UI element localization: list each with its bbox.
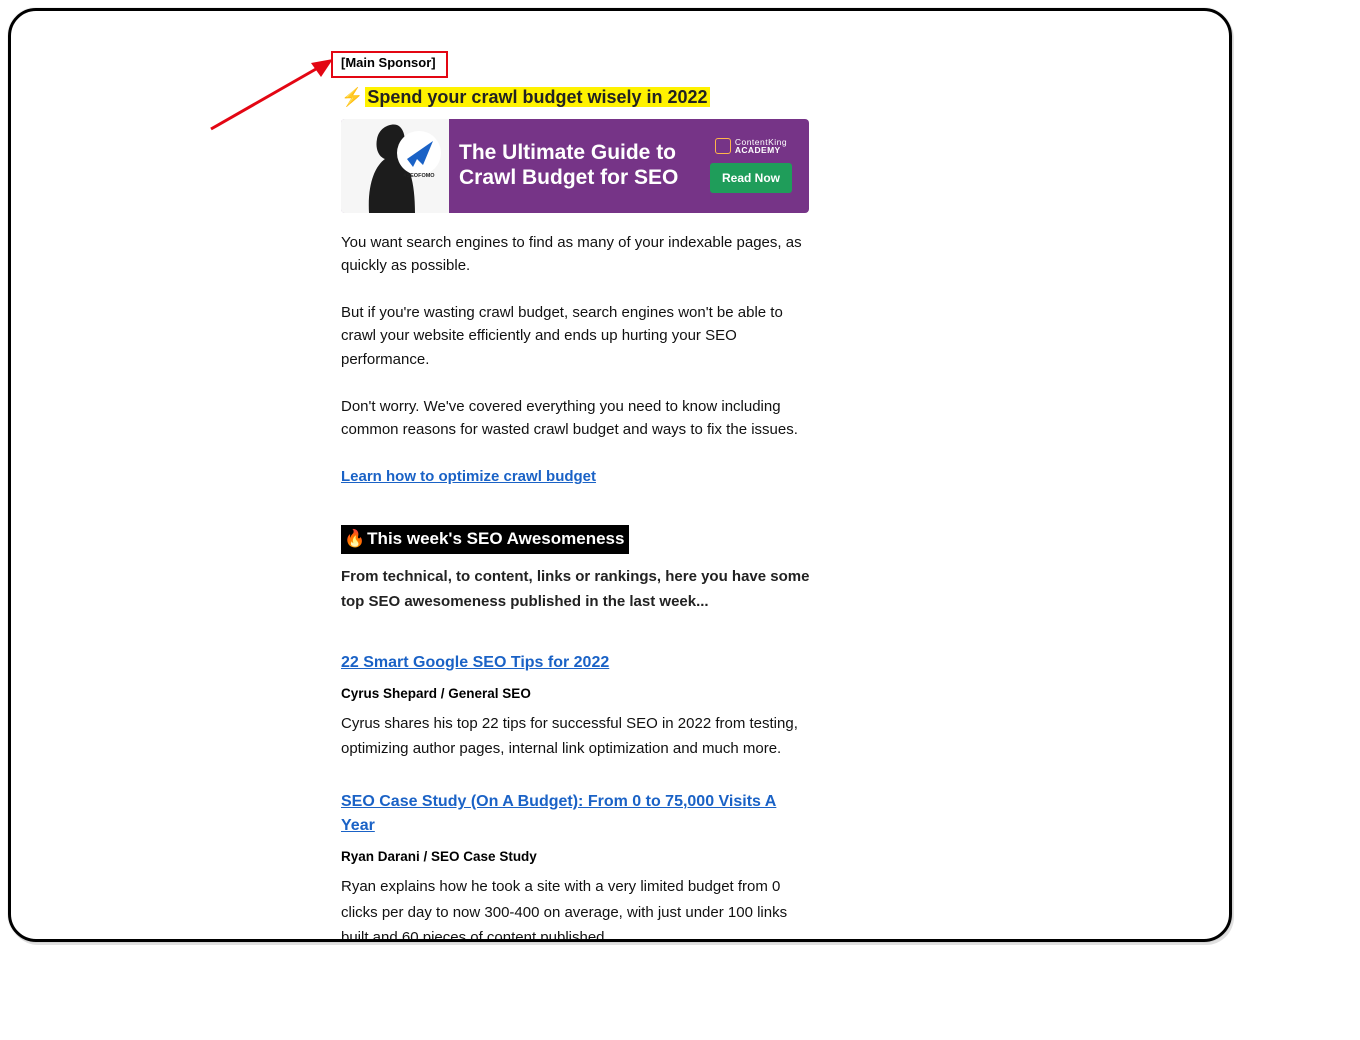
bolt-icon: ⚡ — [341, 87, 363, 109]
sponsor-headline-text: Spend your crawl budget wisely in 2022 — [365, 87, 709, 107]
article-meta: Cyrus Shepard / General SEO — [341, 684, 811, 705]
banner-title: The Ultimate Guide to Crawl Budget for S… — [449, 141, 701, 191]
annotation-arrow-icon — [201, 51, 351, 141]
banner-avatar: #SEOFOMO — [341, 119, 449, 213]
fire-icon: 🔥 — [344, 529, 365, 548]
newsletter-column: ⚡Spend your crawl budget wisely in 2022 … — [341, 87, 811, 942]
article-item: SEO Case Study (On A Budget): From 0 to … — [341, 790, 811, 942]
sponsor-banner[interactable]: #SEOFOMO The Ultimate Guide to Crawl Bud… — [341, 119, 809, 213]
shield-icon — [715, 138, 731, 154]
article-description: Cyrus shares his top 22 tips for success… — [341, 711, 811, 762]
banner-cta-button[interactable]: Read Now — [710, 163, 792, 194]
sponsor-cta-link[interactable]: Learn how to optimize crawl budget — [341, 468, 596, 485]
sponsor-paragraph-1: You want search engines to find as many … — [341, 231, 811, 278]
page-canvas: [Main Sponsor] ⚡Spend your crawl budget … — [0, 0, 1240, 950]
article-description: Ryan explains how he took a site with a … — [341, 874, 811, 942]
section-heading-text: This week's SEO Awesomeness — [367, 529, 624, 548]
sponsor-label-callout: [Main Sponsor] — [331, 51, 448, 78]
article-title-link[interactable]: 22 Smart Google SEO Tips for 2022 — [341, 654, 609, 671]
banner-brand: ContentKing ACADEMY — [701, 138, 801, 155]
section-lede: From technical, to content, links or ran… — [341, 564, 811, 615]
article-title-link[interactable]: SEO Case Study (On A Budget): From 0 to … — [341, 793, 776, 835]
sponsor-paragraph-3: Don't worry. We've covered everything yo… — [341, 395, 811, 442]
article-item: 22 Smart Google SEO Tips for 2022 Cyrus … — [341, 651, 811, 762]
sponsor-headline: ⚡Spend your crawl budget wisely in 2022 — [341, 87, 811, 109]
article-meta: Ryan Darani / SEO Case Study — [341, 847, 811, 868]
banner-brand-bottom: ACADEMY — [735, 145, 781, 155]
sponsor-paragraph-2: But if you're wasting crawl budget, sear… — [341, 301, 811, 371]
screenshot-frame: [Main Sponsor] ⚡Spend your crawl budget … — [8, 8, 1232, 942]
banner-circle-caption: #SEOFOMO — [403, 173, 435, 179]
banner-right-col: ContentKing ACADEMY Read Now — [701, 138, 809, 194]
sponsor-label-text: [Main Sponsor] — [341, 55, 436, 70]
section-heading-chip: 🔥This week's SEO Awesomeness — [341, 525, 629, 554]
